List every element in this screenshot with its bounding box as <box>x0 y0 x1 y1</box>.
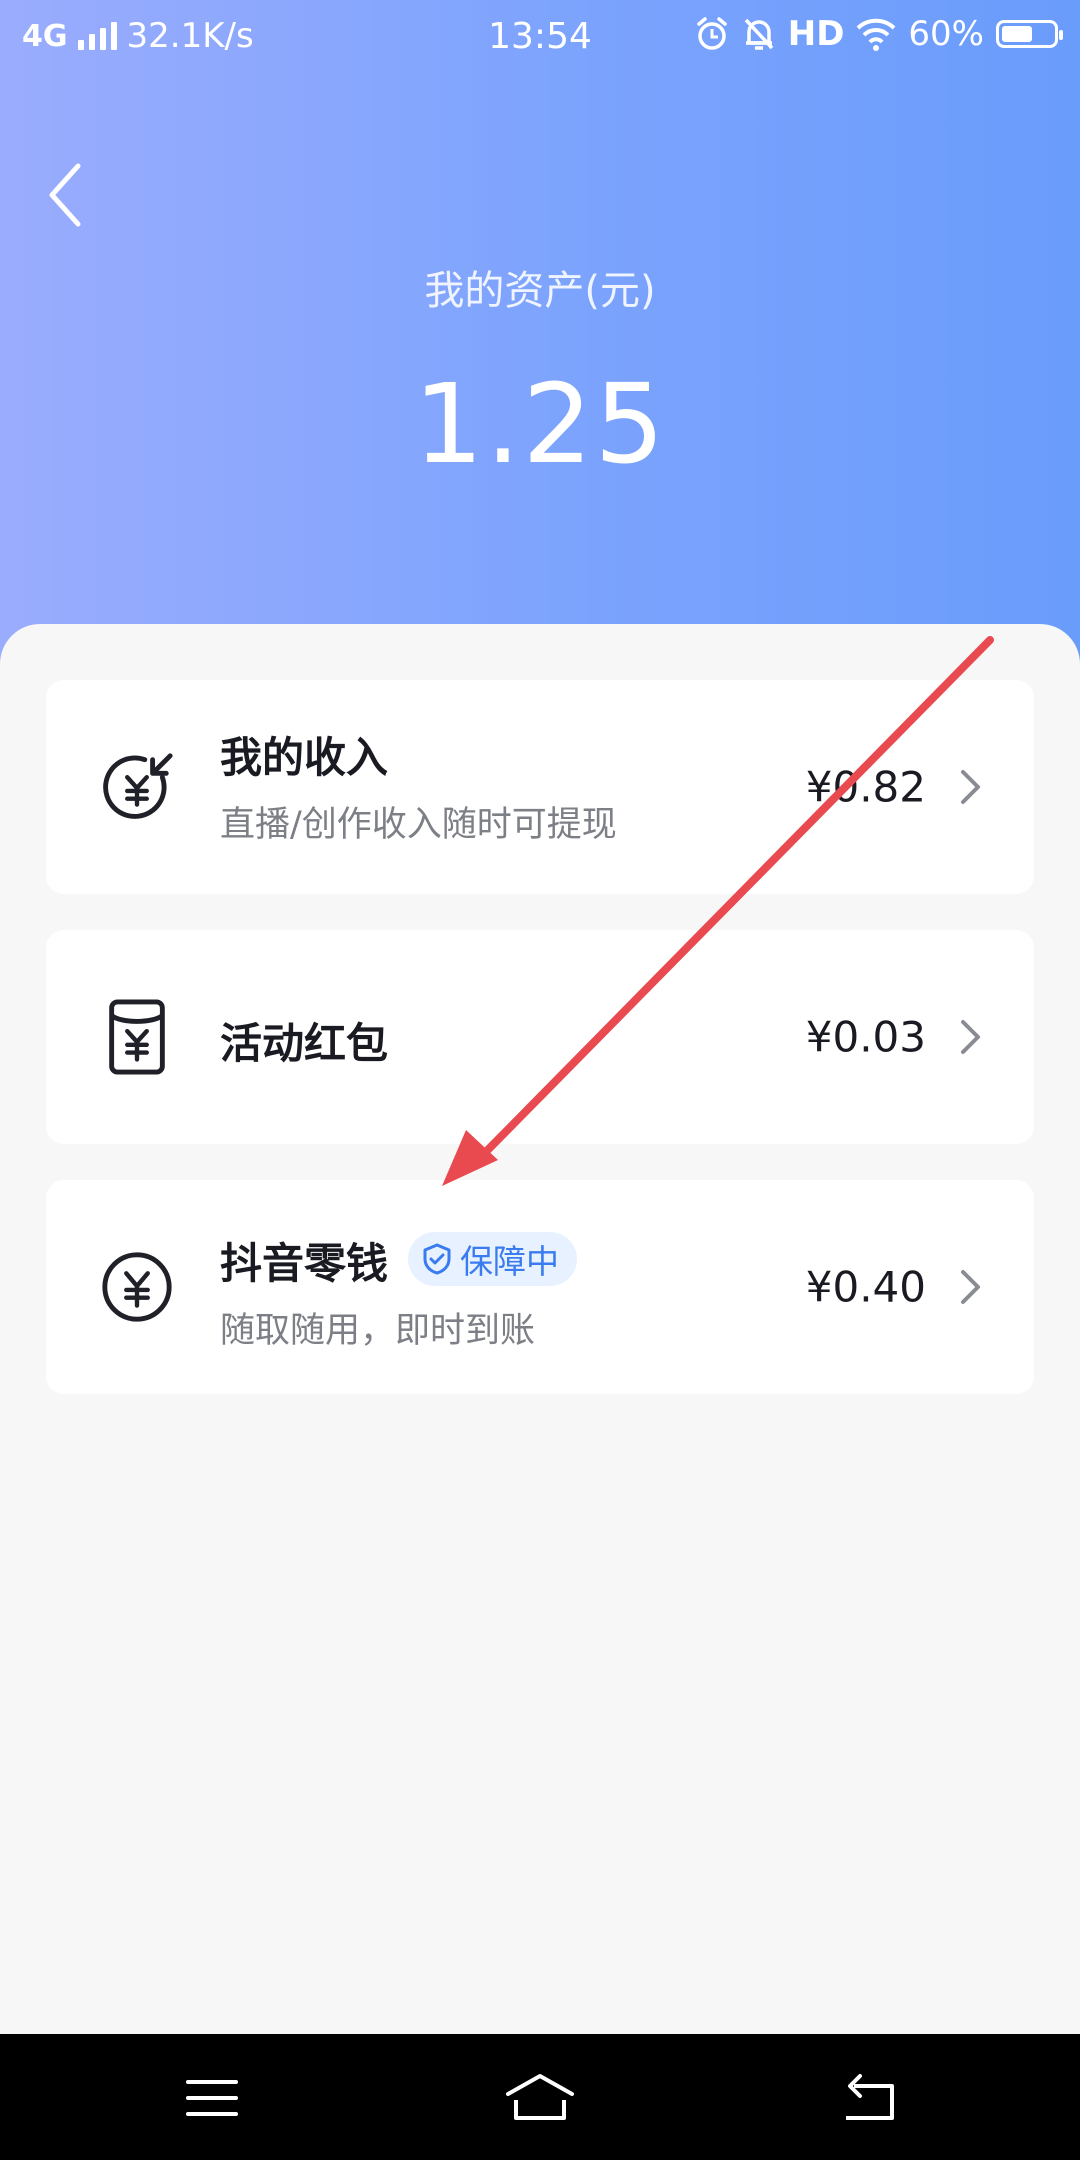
card-subtitle: 直播/创作收入随时可提现 <box>220 805 617 845</box>
alarm-icon <box>696 17 727 50</box>
back-nav-icon[interactable] <box>840 2072 898 2124</box>
income-yuan-icon <box>103 753 173 819</box>
card-title: 抖音零钱 <box>220 1239 389 1288</box>
battery-icon <box>996 20 1063 48</box>
asset-header: 4G 32.1K/s 13:54 HD 60% 我的资产(元) 1.25 <box>0 0 1080 700</box>
back-icon[interactable] <box>40 160 90 230</box>
hd-indicator: HD <box>787 14 845 54</box>
red-packet-card[interactable]: 活动红包 ¥0.03 <box>46 930 1034 1144</box>
asset-label: 我的资产(元) <box>424 268 656 314</box>
chevron-right-icon <box>961 1020 980 1054</box>
home-icon[interactable] <box>504 2072 576 2124</box>
card-title: 活动红包 <box>220 1019 389 1068</box>
shield-check-icon <box>423 1243 451 1275</box>
card-title: 我的收入 <box>220 733 389 782</box>
card-subtitle: 随取随用，即时到账 <box>220 1311 536 1351</box>
battery-level <box>1002 26 1032 42</box>
protection-badge: 保障中 <box>408 1232 577 1286</box>
asset-list: 我的收入 直播/创作收入随时可提现 ¥0.82 活动红包 ¥0.03 抖音零钱 <box>0 624 1080 2034</box>
card-amount: ¥0.40 <box>805 1262 926 1312</box>
menu-icon[interactable] <box>184 2072 240 2124</box>
wallet-card[interactable]: 抖音零钱 保障中 随取随用，即时到账 ¥0.40 <box>46 1180 1034 1394</box>
card-amount: ¥0.82 <box>805 762 926 812</box>
system-navigation-bar <box>0 2034 1080 2160</box>
mute-bell-icon <box>744 18 774 50</box>
battery-percent: 60% <box>908 14 984 54</box>
income-card[interactable]: 我的收入 直播/创作收入随时可提现 ¥0.82 <box>46 680 1034 894</box>
chevron-right-icon <box>961 1270 980 1304</box>
chevron-right-icon <box>961 770 980 804</box>
yuan-coin-icon <box>102 1252 172 1322</box>
status-bar: 4G 32.1K/s 13:54 HD 60% <box>0 0 1080 74</box>
badge-label: 保障中 <box>460 1242 559 1281</box>
card-amount: ¥0.03 <box>805 1012 926 1062</box>
wifi-icon <box>857 18 896 51</box>
asset-total: 1.25 <box>413 360 667 488</box>
red-packet-icon <box>109 999 165 1075</box>
